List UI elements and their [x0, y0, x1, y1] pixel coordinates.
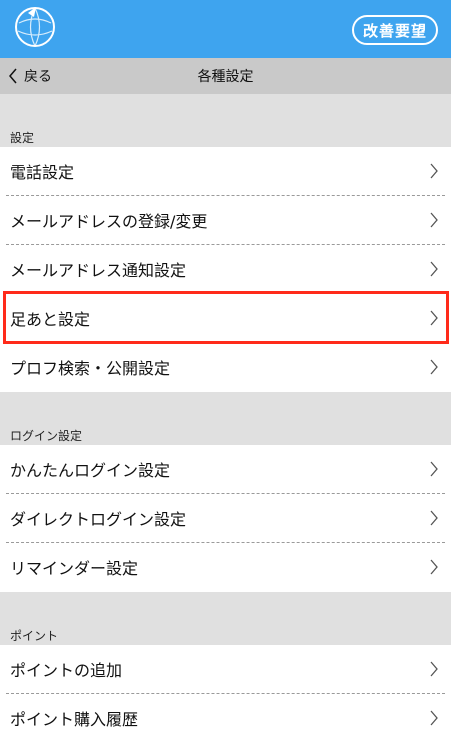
list-item-label: ポイントの追加: [10, 661, 123, 680]
chevron-right-icon: [430, 212, 438, 228]
section-header-points: ポイント: [0, 592, 451, 645]
section-label: ポイント: [10, 629, 59, 643]
list-item-label: 足あと設定: [10, 310, 91, 329]
chevron-right-icon: [430, 710, 438, 726]
chevron-right-icon: [430, 310, 438, 326]
chevron-right-icon: [430, 261, 438, 277]
list-item-profile-search[interactable]: プロフ検索・公開設定: [0, 343, 451, 392]
list-item-label: メールアドレス通知設定: [10, 261, 187, 280]
section-header-settings: 設定: [0, 94, 451, 147]
list-item-label: メールアドレスの登録/変更: [10, 212, 208, 231]
chevron-right-icon: [430, 461, 438, 477]
list-item-direct-login[interactable]: ダイレクトログイン設定: [0, 494, 451, 543]
list-item-phone-settings[interactable]: 電話設定: [0, 147, 451, 196]
list-item-label: ダイレクトログイン設定: [10, 510, 187, 529]
chevron-right-icon: [430, 510, 438, 526]
nav-bar: 戻る 各種設定: [0, 58, 451, 94]
chevron-right-icon: [430, 163, 438, 179]
list-item-footprint-settings[interactable]: 足あと設定: [0, 294, 451, 343]
list-item-label: 電話設定: [10, 163, 75, 182]
app-header: 改善要望: [0, 0, 451, 58]
chevron-right-icon: [430, 559, 438, 575]
happymail-logo[interactable]: [6, 5, 64, 55]
list-item-easy-login[interactable]: かんたんログイン設定: [0, 445, 451, 494]
section-label: 設定: [10, 131, 35, 145]
chevron-right-icon: [430, 359, 438, 375]
list-item-email-notification[interactable]: メールアドレス通知設定: [0, 245, 451, 294]
list-item-label: かんたんログイン設定: [10, 461, 171, 480]
list-item-reminder[interactable]: リマインダー設定: [0, 543, 451, 592]
list-item-label: リマインダー設定: [10, 559, 139, 578]
list-item-label: プロフ検索・公開設定: [10, 359, 171, 378]
section-header-login: ログイン設定: [0, 392, 451, 445]
list-item-label: ポイント購入履歴: [10, 710, 139, 729]
improve-request-button[interactable]: 改善要望: [352, 15, 438, 45]
list-item-point-history[interactable]: ポイント購入履歴: [0, 694, 451, 735]
page-title: 各種設定: [197, 69, 254, 85]
chevron-right-icon: [430, 661, 438, 677]
improve-request-label: 改善要望: [362, 21, 427, 40]
list-item-add-points[interactable]: ポイントの追加: [0, 645, 451, 694]
list-item-email-register[interactable]: メールアドレスの登録/変更: [0, 196, 451, 245]
section-label: ログイン設定: [10, 429, 83, 443]
